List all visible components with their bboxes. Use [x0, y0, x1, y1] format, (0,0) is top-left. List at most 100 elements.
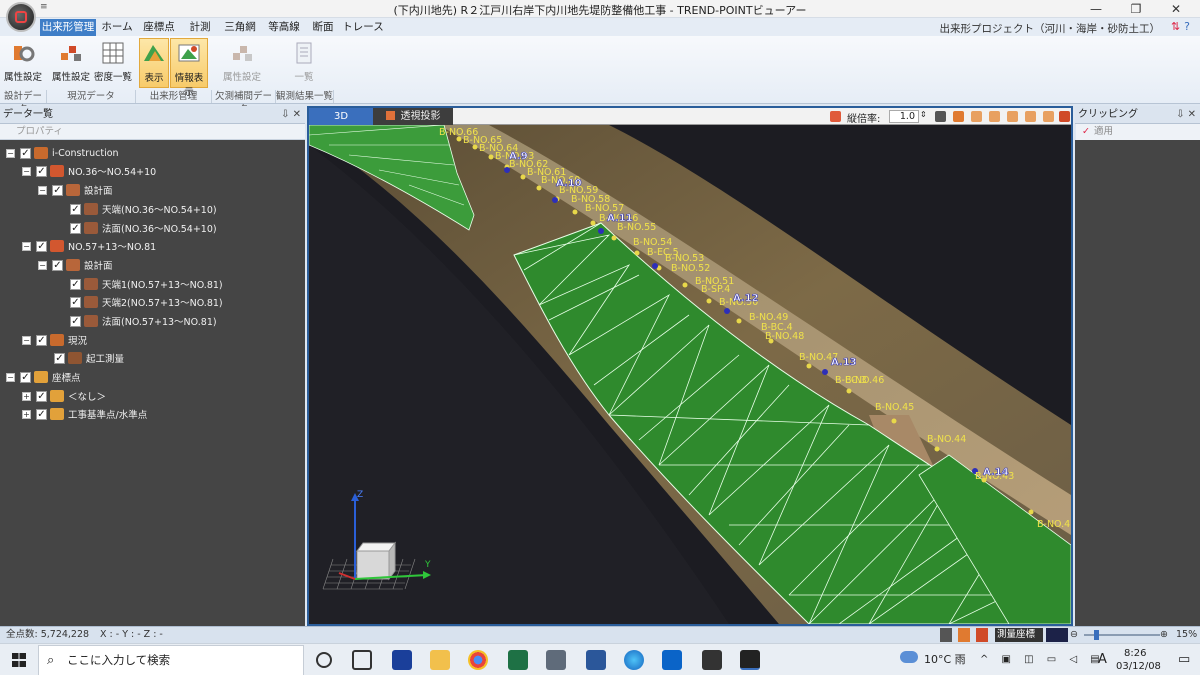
tree-node-no36[interactable]: − ✓ NO.36～NO.54+10	[22, 162, 156, 180]
control-label: A.12	[733, 293, 759, 304]
missing-attr-button[interactable]: 属性設定	[220, 38, 264, 88]
tree-node-no57[interactable]: − ✓ NO.57+13～NO.81	[22, 237, 156, 255]
zoom-out-icon[interactable]: ⊖	[1070, 628, 1082, 642]
home-icon[interactable]	[935, 111, 946, 122]
notification-icon[interactable]: ▭	[1178, 644, 1190, 675]
tray-icons[interactable]: ^ ▣ ◫ ▭ ◁ ▤	[980, 644, 1105, 675]
tree-node-slope-1[interactable]: ✓ 法面(NO.36～NO.54+10)	[70, 219, 217, 237]
camera-icon[interactable]	[940, 628, 952, 642]
jww-icon[interactable]	[392, 650, 412, 670]
group-label-observation: 観測結果一覧	[276, 90, 334, 103]
help-icon[interactable]: ?	[1184, 20, 1194, 33]
view-top-icon[interactable]	[1025, 111, 1036, 122]
outlook-icon[interactable]	[662, 650, 682, 670]
coord-system-button[interactable]: 測量座標系	[995, 628, 1043, 654]
tree-node-i-construction[interactable]: − ✓ i-Construction	[6, 144, 119, 162]
search-box[interactable]: ⌕ ここに入力して検索	[38, 645, 304, 675]
word-icon[interactable]	[586, 650, 606, 670]
maximize-button[interactable]: ❐	[1116, 0, 1156, 18]
pin-close-icons[interactable]: ⇩ ✕	[1176, 106, 1196, 124]
view-cube-icon[interactable]	[953, 111, 964, 122]
tools-icon[interactable]	[1059, 111, 1070, 122]
tree-node-crest2-2[interactable]: ✓ 天端2(NO.57+13～NO.81)	[70, 293, 223, 311]
tab-perspective[interactable]: 透視投影	[373, 108, 453, 125]
tree-node-crest-1[interactable]: ✓ 天端(NO.36～NO.54+10)	[70, 200, 217, 218]
tree-node-design-1[interactable]: − ✓ 設計面	[38, 181, 113, 199]
current-attr-button[interactable]: 属性設定	[50, 38, 92, 88]
settings-icon[interactable]	[976, 628, 988, 642]
display-icon	[144, 45, 164, 61]
apply-button[interactable]: ✓ 適用	[1076, 124, 1200, 140]
scale-stepper[interactable]: ⇕	[920, 110, 927, 119]
scale-input[interactable]: 1.0	[889, 110, 919, 123]
close-button[interactable]: ✕	[1156, 0, 1196, 18]
excel-icon[interactable]	[508, 650, 528, 670]
view-iso-icon[interactable]	[1043, 111, 1054, 122]
mesh-icon	[84, 315, 98, 327]
time[interactable]: 8:26	[1124, 647, 1146, 660]
zoom-in-icon[interactable]: ⊕	[1160, 628, 1172, 642]
tree-node-current[interactable]: − ✓ 現況	[22, 331, 87, 349]
trend-point-icon[interactable]	[740, 650, 760, 670]
tab-home[interactable]: ホーム	[98, 19, 136, 36]
view-side-icon[interactable]	[989, 111, 1000, 122]
explorer-icon[interactable]	[430, 650, 450, 670]
tab-dekigata[interactable]: 出来形管理	[40, 19, 96, 36]
mesh-icon	[84, 278, 98, 290]
cortana-icon[interactable]	[316, 652, 332, 668]
edge-icon[interactable]	[624, 650, 644, 670]
app-logo[interactable]	[6, 2, 36, 32]
station-label: B-NO.44	[927, 434, 966, 445]
points-icon	[50, 408, 64, 420]
tree-node-crest1-2[interactable]: ✓ 天端1(NO.57+13～NO.81)	[70, 275, 223, 293]
tree-node-coord-points[interactable]: − ✓ 座標点	[6, 368, 81, 386]
grid-icon	[102, 42, 124, 64]
tree-node-design-2[interactable]: − ✓ 設計面	[38, 256, 113, 274]
color-swatch[interactable]	[1046, 628, 1068, 642]
tab-measure[interactable]: 計測	[182, 19, 218, 36]
settings-icon[interactable]: ⇅	[1171, 20, 1184, 33]
tree-node-slope-2[interactable]: ✓ 法面(NO.57+13～NO.81)	[70, 312, 217, 330]
station-label: B-NO.52	[671, 263, 710, 274]
view-back-icon[interactable]	[1007, 111, 1018, 122]
ime-indicator[interactable]: A	[1098, 644, 1107, 675]
zoom-slider[interactable]	[1084, 628, 1160, 642]
date[interactable]: 03/12/08	[1116, 660, 1161, 673]
info-display-button[interactable]: 情報表示	[170, 38, 208, 98]
design-attr-button[interactable]: 属性設定	[2, 38, 44, 88]
tab-contour[interactable]: 等高線	[264, 19, 304, 36]
group-label-missing: 欠測補間データ	[212, 90, 276, 115]
display-button[interactable]: 表示	[139, 38, 169, 88]
weather-text[interactable]: 10°C 雨	[924, 644, 966, 675]
weather-icon	[900, 651, 918, 663]
capture-icon[interactable]	[958, 628, 970, 642]
store-icon[interactable]	[546, 650, 566, 670]
windows-start-icon[interactable]	[12, 653, 26, 667]
tab-3d[interactable]: 3D	[309, 108, 373, 125]
density-list-button[interactable]: 密度一覧	[93, 38, 133, 88]
help-icons[interactable]: ⇅?	[1171, 20, 1194, 33]
app-icon[interactable]	[702, 650, 722, 670]
pin-close-icons[interactable]: ⇩ ✕	[281, 106, 301, 124]
tab-coord-points[interactable]: 座標点	[140, 19, 178, 36]
tab-trace[interactable]: トレース	[342, 19, 384, 36]
tree-node-survey[interactable]: ✓ 起工測量	[54, 349, 124, 367]
observation-list-button[interactable]: 一覧	[282, 38, 326, 88]
task-view-icon[interactable]	[352, 650, 372, 670]
properties-bar[interactable]: プロパティ	[0, 124, 305, 140]
tab-section[interactable]: 断面	[308, 19, 338, 36]
3d-viewport[interactable]: 3D 透視投影 縦倍率: 1.0 ⇕ B-NO.66 B-NO.65 B-NO.…	[307, 106, 1073, 626]
chrome-icon[interactable]	[468, 650, 488, 670]
scale-label: 縦倍率:	[847, 114, 881, 125]
cursor-coords: X : - Y : - Z : -	[100, 629, 163, 640]
tab-triangle[interactable]: 三角網	[222, 19, 258, 36]
station-label: B-NO.46	[845, 375, 884, 386]
control-label: A.13	[831, 357, 857, 368]
taskbar: ⌕ ここに入力して検索 10°C 雨 ^ ▣ ◫ ▭ ◁ ▤ A 8:26 03…	[0, 643, 1200, 675]
minimize-button[interactable]: —	[1076, 0, 1116, 18]
tree-node-none[interactable]: + ✓ ＜なし＞	[22, 387, 106, 405]
tree-node-benchmark[interactable]: + ✓ 工事基準点/水準点	[22, 405, 147, 423]
list-icon	[296, 42, 312, 64]
view-front-icon[interactable]	[971, 111, 982, 122]
point-cloud-scene[interactable]: B-NO.66 B-NO.65 B-NO.64 B-NO.63 B-NO.62 …	[309, 125, 1071, 624]
